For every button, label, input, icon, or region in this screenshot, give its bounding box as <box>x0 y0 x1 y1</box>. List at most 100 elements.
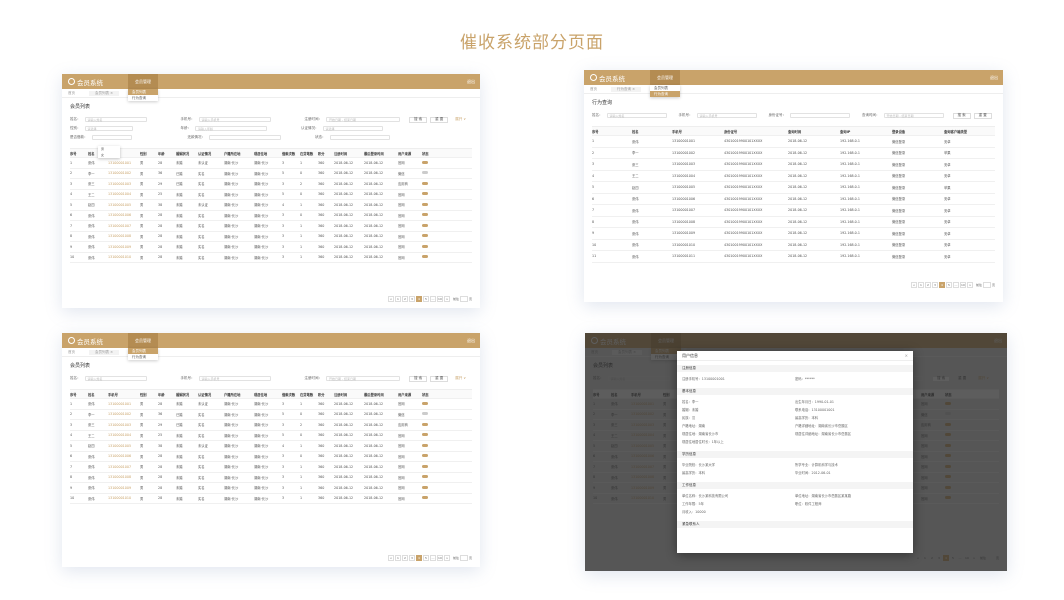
search-button[interactable]: 搜 索 <box>409 375 428 382</box>
page-goto-input[interactable] <box>459 296 468 302</box>
page-button[interactable]: 5 <box>422 296 429 302</box>
filter-label: 性别： <box>70 126 81 130</box>
status-toggle[interactable] <box>422 433 428 437</box>
page-goto-label: 前往 <box>975 283 982 287</box>
page-button[interactable]: 10 <box>436 555 443 561</box>
filter-input[interactable] <box>329 135 390 140</box>
filter-input[interactable]: 请输入姓名 <box>606 113 667 118</box>
logout-link[interactable]: 退出 <box>990 75 998 81</box>
page-button[interactable]: ... <box>429 296 436 302</box>
page-button[interactable]: 3 <box>931 282 938 288</box>
status-toggle[interactable] <box>422 255 428 259</box>
status-toggle[interactable] <box>422 181 428 185</box>
dropdown-option[interactable]: 女 <box>98 152 120 158</box>
page-button[interactable]: 4 <box>938 282 945 288</box>
nav-member-management[interactable]: 会员管理 <box>128 333 158 348</box>
expand-button[interactable]: 展开 ∨ <box>451 376 470 382</box>
page-button[interactable]: 1 <box>394 296 401 302</box>
page-button[interactable]: > <box>966 282 973 288</box>
status-toggle[interactable] <box>422 422 428 426</box>
status-toggle[interactable] <box>422 234 428 238</box>
status-toggle[interactable] <box>422 443 428 447</box>
status-toggle[interactable] <box>422 202 428 206</box>
menu-item-1[interactable]: 行为查询 <box>650 91 680 97</box>
user-info-panel: 会员系统会员管理退出首页会员列表 ×会员列表姓名：请输入姓名手机号：请输入手机号… <box>585 333 1007 571</box>
status-toggle[interactable] <box>422 192 428 196</box>
filter-input[interactable]: 请选择 <box>84 126 133 131</box>
tab-0[interactable]: 首页 <box>68 350 75 355</box>
tab-1[interactable]: 会员列表 × <box>89 349 120 355</box>
page-button[interactable]: 4 <box>415 555 422 561</box>
status-toggle[interactable] <box>422 454 428 458</box>
logout-link[interactable]: 退出 <box>467 338 475 344</box>
status-toggle[interactable] <box>422 401 428 405</box>
tab-0[interactable]: 首页 <box>68 91 75 96</box>
page-button[interactable]: 10 <box>436 296 443 302</box>
filter-input[interactable]: 请输入姓名 <box>84 376 147 381</box>
table-cell: 3 <box>282 464 285 469</box>
page-goto-input[interactable] <box>982 282 991 288</box>
status-toggle[interactable] <box>422 160 428 164</box>
page-button[interactable]: 2 <box>401 296 408 302</box>
status-toggle[interactable] <box>422 171 428 175</box>
page-button[interactable]: < <box>387 555 394 561</box>
reset-button[interactable]: 重 置 <box>430 375 449 382</box>
status-toggle[interactable] <box>422 496 428 500</box>
menu-item-1[interactable]: 行为查询 <box>128 95 158 101</box>
page-button[interactable]: 1 <box>394 555 401 561</box>
filter-input[interactable]: 请输入姓名 <box>84 117 147 122</box>
page-button[interactable]: 2 <box>401 555 408 561</box>
table-cell: 男 <box>140 412 144 417</box>
status-toggle[interactable] <box>422 213 428 217</box>
filter-input[interactable]: 请输入手机号 <box>696 113 757 118</box>
filter-input[interactable]: 请输入手机号 <box>198 376 271 381</box>
expand-button[interactable]: 展开 ∨ <box>451 117 470 123</box>
page-button[interactable]: 3 <box>408 296 415 302</box>
page-goto-input[interactable] <box>459 555 468 561</box>
reset-button[interactable]: 重 置 <box>973 112 992 119</box>
filter-input[interactable]: 开始日期 - 结束日期 <box>326 376 400 381</box>
filter-input[interactable]: 请输入手机号 <box>198 117 271 122</box>
table-cell: 湖南·长沙 <box>254 192 269 197</box>
filter-label: 姓名： <box>70 376 81 380</box>
page-button[interactable]: > <box>443 555 450 561</box>
nav-member-management[interactable]: 会员管理 <box>128 74 158 89</box>
search-button[interactable]: 搜 索 <box>409 116 428 123</box>
page-button[interactable]: 5 <box>422 555 429 561</box>
page-button[interactable]: 3 <box>408 555 415 561</box>
tab-1[interactable]: 行为查询 × <box>611 86 642 92</box>
filter-input[interactable] <box>91 135 132 140</box>
status-toggle[interactable] <box>422 464 428 468</box>
filter-input[interactable]: 请选择 <box>322 126 383 131</box>
page-button[interactable]: ... <box>429 555 436 561</box>
filter-input[interactable]: 开始日期 - 结束日期 <box>883 113 944 118</box>
column-header: 状态 <box>422 392 429 397</box>
filter-input[interactable]: 开始日期 - 结束日期 <box>326 117 400 122</box>
page-button[interactable]: 4 <box>415 296 422 302</box>
tab-1[interactable]: 会员列表 × <box>89 90 120 96</box>
page-button[interactable]: < <box>387 296 394 302</box>
page-button[interactable]: 1 <box>917 282 924 288</box>
status-toggle[interactable] <box>422 485 428 489</box>
page-button[interactable]: 5 <box>945 282 952 288</box>
page-button[interactable]: 2 <box>924 282 931 288</box>
page-button[interactable]: > <box>443 296 450 302</box>
status-toggle[interactable] <box>422 223 428 227</box>
page-button[interactable]: ... <box>952 282 959 288</box>
page-button[interactable]: 10 <box>959 282 966 288</box>
status-toggle[interactable] <box>422 475 428 479</box>
tab-0[interactable]: 首页 <box>590 87 597 92</box>
nav-member-management[interactable]: 会员管理 <box>650 70 680 85</box>
logout-link[interactable]: 退出 <box>467 79 475 85</box>
page-button[interactable]: < <box>910 282 917 288</box>
filter-input[interactable] <box>790 113 850 118</box>
filter-input[interactable]: 请输入年龄 <box>195 126 267 131</box>
close-icon[interactable]: × <box>905 353 908 358</box>
search-button[interactable]: 搜 索 <box>952 112 971 119</box>
table-cell: 192.168.0.1 <box>840 139 860 144</box>
status-toggle[interactable] <box>422 412 428 416</box>
status-toggle[interactable] <box>422 244 428 248</box>
menu-item-1[interactable]: 行为查询 <box>128 354 158 360</box>
filter-input[interactable] <box>209 135 281 140</box>
reset-button[interactable]: 重 置 <box>430 116 449 123</box>
